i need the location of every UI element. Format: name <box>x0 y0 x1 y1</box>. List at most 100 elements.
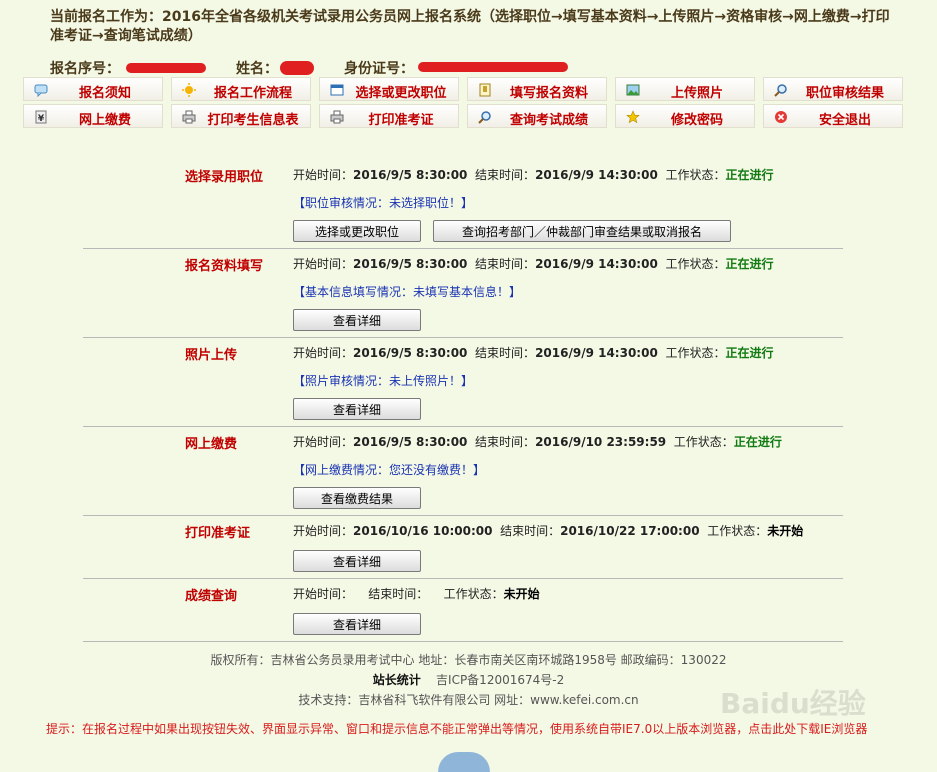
redacted-reg-no <box>126 63 206 73</box>
nav-label: 报名工作流程 <box>213 86 292 101</box>
footer-copyright: 版权所有：吉林省公务员录用考试中心 地址：长春市南关区南环城路1958号 邮政编… <box>210 653 727 667</box>
form-icon <box>477 82 493 98</box>
reg-no-label: 报名序号： <box>50 61 120 77</box>
site-stats-link[interactable]: 站长统计 <box>373 673 421 687</box>
step-payment: 网上缴费 开始时间：2016/9/5 8:30:00 结束时间：2016/9/1… <box>83 427 843 516</box>
start-label: 开始时间： <box>293 435 354 449</box>
yen-icon: ¥ <box>33 109 49 125</box>
nav-select-position-button[interactable]: 选择或更改职位 <box>319 77 459 101</box>
step-note: 【网上缴费情况：您还没有缴费！】 <box>293 463 486 477</box>
status-value: 未开始 <box>503 587 540 601</box>
nav-label: 报名须知 <box>78 86 131 101</box>
step-upload-photo: 照片上传 开始时间：2016/9/5 8:30:00 结束时间：2016/9/9… <box>83 338 843 427</box>
step-note: 【基本信息填写情况：未填写基本信息！】 <box>293 285 522 299</box>
status-label: 工作状态： <box>665 346 726 360</box>
select-position-button[interactable]: 选择或更改职位 <box>293 220 421 242</box>
search-icon <box>477 109 493 125</box>
step-note: 【职位审核情况：未选择职位！】 <box>293 196 474 210</box>
end-label: 结束时间： <box>500 524 561 538</box>
status-label: 工作状态： <box>665 168 726 182</box>
start-time: 2016/9/5 8:30:00 <box>353 257 468 271</box>
status-label: 工作状态： <box>673 435 734 449</box>
nav-label: 修改密码 <box>670 113 723 128</box>
star-icon <box>625 109 641 125</box>
status-value: 未开始 <box>767 524 804 538</box>
exit-icon <box>773 109 789 125</box>
step-fill-info: 报名资料填写 开始时间：2016/9/5 8:30:00 结束时间：2016/9… <box>83 249 843 338</box>
view-details-button[interactable]: 查看详细 <box>293 309 421 331</box>
step-schedule: 开始时间：2016/9/5 8:30:00 结束时间：2016/9/9 14:3… <box>293 344 773 361</box>
view-details-button[interactable]: 查看详细 <box>293 398 421 420</box>
step-schedule: 开始时间： 结束时间： 工作状态：未开始 <box>293 585 540 602</box>
start-label: 开始时间： <box>293 524 354 538</box>
step-select-position: 选择录用职位 开始时间：2016/9/5 8:30:00 结束时间：2016/9… <box>83 160 843 249</box>
step-title: 打印准考证 <box>185 526 251 541</box>
icp-number: 吉ICP备12001674号-2 <box>436 673 565 687</box>
nav-query-score-button[interactable]: 查询考试成绩 <box>467 104 607 128</box>
bottom-badge <box>438 752 490 772</box>
step-schedule: 开始时间：2016/9/5 8:30:00 结束时间：2016/9/9 14:3… <box>293 255 773 272</box>
start-label: 开始时间： <box>293 346 354 360</box>
nav-logout-button[interactable]: 安全退出 <box>763 104 903 128</box>
end-time: 2016/9/9 14:30:00 <box>535 346 658 360</box>
end-label: 结束时间： <box>475 168 536 182</box>
step-note: 【照片审核情况：未上传照片！】 <box>293 374 474 388</box>
nav-upload-photo-button[interactable]: 上传照片 <box>615 77 755 101</box>
printer-icon <box>329 109 345 125</box>
view-details-button[interactable]: 查看详细 <box>293 613 421 635</box>
nav-label: 查询考试成绩 <box>509 113 588 128</box>
start-time: 2016/9/5 8:30:00 <box>353 346 468 360</box>
start-time: 2016/10/16 10:00:00 <box>353 524 493 538</box>
window-icon <box>329 82 345 98</box>
view-payment-button[interactable]: 查看缴费结果 <box>293 487 421 509</box>
search-icon <box>773 82 789 98</box>
end-label: 结束时间： <box>475 346 536 360</box>
flow-icon <box>181 82 197 98</box>
nav-label: 打印准考证 <box>368 113 434 128</box>
status-value: 正在进行 <box>725 257 774 271</box>
notice-icon <box>33 82 49 98</box>
svg-text:¥: ¥ <box>38 114 45 124</box>
step-title: 网上缴费 <box>185 437 238 452</box>
nav-label: 打印考生信息表 <box>207 113 299 128</box>
redacted-id <box>418 62 568 72</box>
redacted-name <box>280 61 314 75</box>
registration-info: 报名序号： 姓名： 身份证号： <box>50 58 650 78</box>
step-schedule: 开始时间：2016/10/16 10:00:00 结束时间：2016/10/22… <box>293 522 803 539</box>
nav-label: 网上缴费 <box>78 113 131 128</box>
photo-icon <box>625 82 641 98</box>
status-label: 工作状态： <box>707 524 768 538</box>
step-title: 照片上传 <box>185 348 238 363</box>
end-time: 2016/9/10 23:59:59 <box>535 435 667 449</box>
step-schedule: 开始时间：2016/9/5 8:30:00 结束时间：2016/9/10 23:… <box>293 433 782 450</box>
end-label: 结束时间： <box>368 587 429 601</box>
status-value: 正在进行 <box>725 346 774 360</box>
start-time: 2016/9/5 8:30:00 <box>353 168 468 182</box>
nav-row-1: 报名须知 报名工作流程 选择或更改职位 填写报名资料 上传照片 职位审核结果 <box>23 77 905 103</box>
end-time: 2016/10/22 17:00:00 <box>560 524 700 538</box>
id-label: 身份证号： <box>344 61 414 77</box>
nav-fill-info-button[interactable]: 填写报名资料 <box>467 77 607 101</box>
step-score-query: 成绩查询 开始时间： 结束时间： 工作状态：未开始 查看详细 <box>83 579 843 642</box>
nav-change-password-button[interactable]: 修改密码 <box>615 104 755 128</box>
nav-position-result-button[interactable]: 职位审核结果 <box>763 77 903 101</box>
start-time: 2016/9/5 8:30:00 <box>353 435 468 449</box>
step-title: 选择录用职位 <box>185 170 264 185</box>
view-details-button[interactable]: 查看详细 <box>293 550 421 572</box>
status-value: 正在进行 <box>733 435 782 449</box>
nav-payment-button[interactable]: ¥ 网上缴费 <box>23 104 163 128</box>
query-review-button[interactable]: 查询招考部门／仲裁部门审查结果或取消报名 <box>433 220 731 242</box>
name-label: 姓名： <box>236 61 278 77</box>
step-title: 报名资料填写 <box>185 259 264 274</box>
nav-label: 安全退出 <box>818 113 871 128</box>
nav-notice-button[interactable]: 报名须知 <box>23 77 163 101</box>
nav-label: 职位审核结果 <box>805 86 884 101</box>
step-schedule: 开始时间：2016/9/5 8:30:00 结束时间：2016/9/9 14:3… <box>293 166 773 183</box>
browser-tip[interactable]: 提示：在报名过程中如果出现按钮失效、界面显示异常、窗口和提示信息不能正常弹出等情… <box>46 720 926 737</box>
nav-label: 上传照片 <box>670 86 723 101</box>
nav-print-info-button[interactable]: 打印考生信息表 <box>171 104 311 128</box>
step-title: 成绩查询 <box>185 589 238 604</box>
page-title: 当前报名工作为：2016年全省各级机关考试录用公务员网上报名系统（选择职位→填写… <box>50 9 890 44</box>
nav-print-admission-button[interactable]: 打印准考证 <box>319 104 459 128</box>
nav-flow-button[interactable]: 报名工作流程 <box>171 77 311 101</box>
